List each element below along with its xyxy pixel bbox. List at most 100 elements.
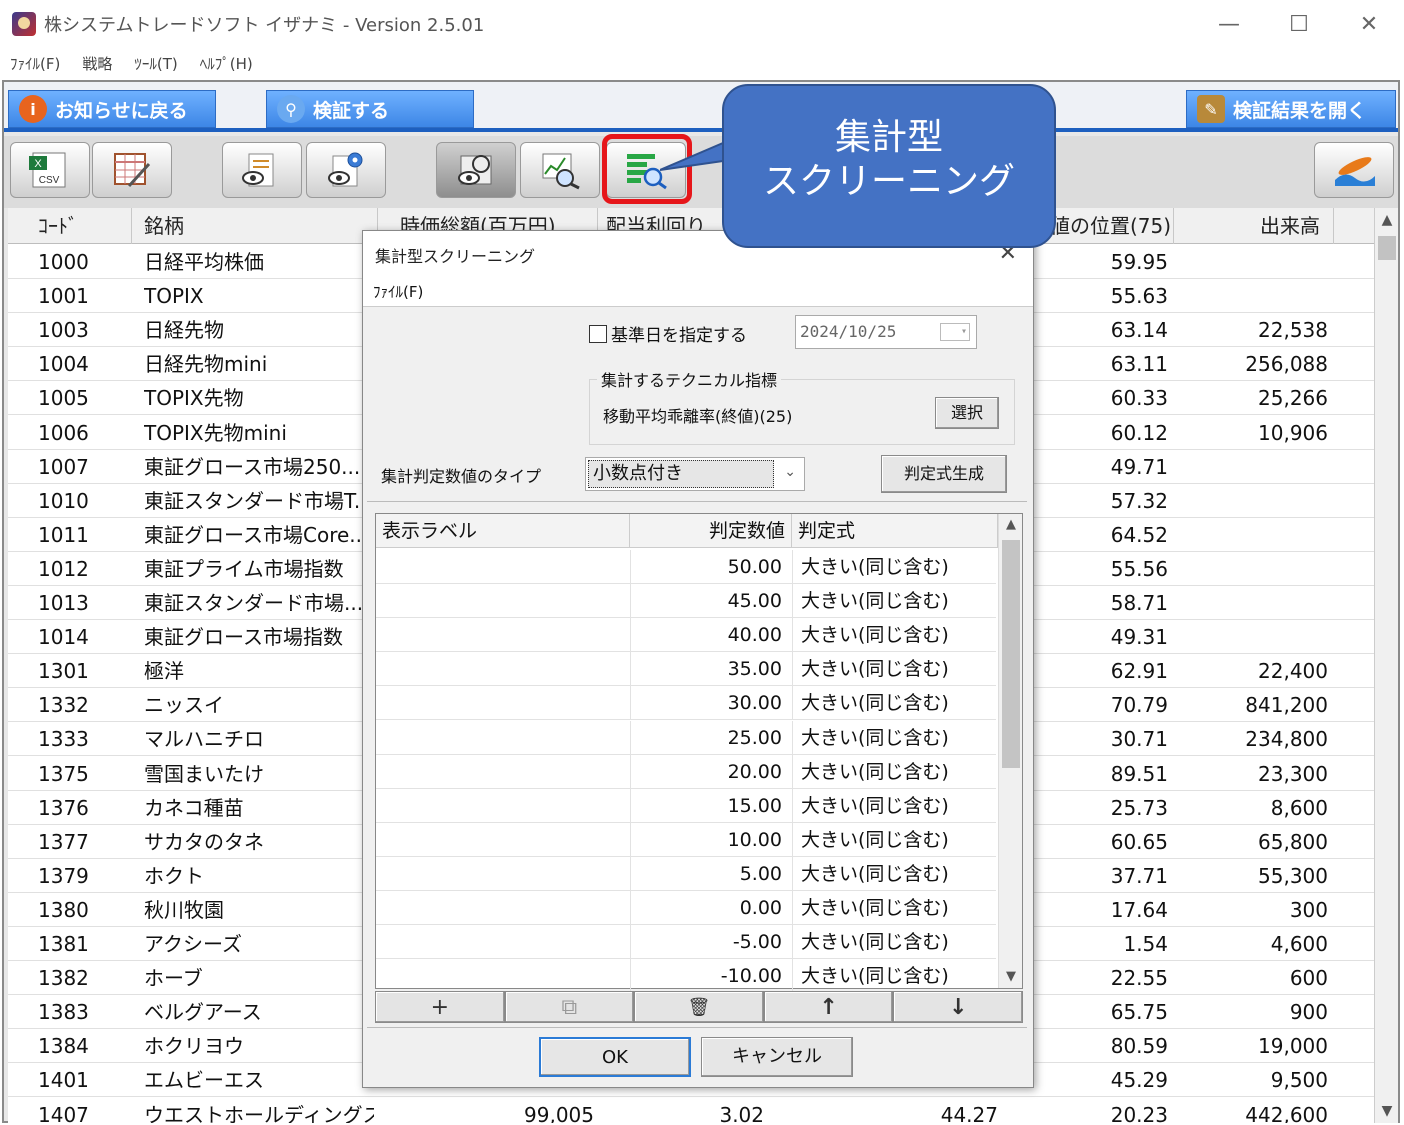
menu-strategy[interactable]: 戦略	[82, 53, 112, 74]
checkbox-box[interactable]	[589, 324, 607, 343]
base-date-checkbox[interactable]: 基準日を指定する	[589, 321, 747, 346]
calendar-dropdown-icon[interactable]: ▾	[940, 323, 970, 341]
copy-row-button[interactable]: ⧉	[504, 991, 635, 1023]
list-item-value: 15.00	[630, 788, 788, 823]
cell-name: 東証プライム市場指数	[144, 556, 344, 581]
chevron-down-icon[interactable]: ⌄	[784, 464, 796, 480]
list-item[interactable]: 5.00 大きい(同じ含む)	[376, 856, 996, 891]
window-controls: — ☐ ✕	[1194, 0, 1404, 48]
cell-name: サカタのタネ	[144, 829, 264, 854]
table-row[interactable]: 1407 ウエストホールディングス 99,005 3.02 44.27 20.23 442,…	[8, 1098, 1376, 1124]
cell-name: 秋川牧園	[144, 897, 224, 922]
cell-code: 1381	[38, 932, 89, 956]
scroll-thumb[interactable]	[1378, 236, 1396, 260]
list-item-value: 45.00	[630, 584, 788, 619]
cell-volume: 234,800	[1245, 727, 1328, 752]
view-list-button[interactable]	[222, 142, 302, 198]
cell-name: TOPIX先物	[144, 386, 244, 411]
cancel-button[interactable]: キャンセル	[701, 1037, 853, 1077]
cell-code: 1010	[38, 488, 89, 513]
minimize-button[interactable]: —	[1194, 0, 1264, 48]
col-name[interactable]: 銘柄	[132, 208, 378, 244]
list-scroll-down-icon[interactable]: ▼	[999, 966, 1023, 988]
select-indicator-button[interactable]: 選択	[935, 397, 999, 429]
aggregate-screening-dialog: 集計型スクリーニング ✕ ﾌｧｲﾙ(F) 基準日を指定する 2024/10/25…	[362, 230, 1034, 1088]
cell-name: エムビーエス	[144, 1068, 264, 1093]
list-item[interactable]: -10.00 大きい(同じ含む)	[376, 959, 996, 994]
cell-volume	[1178, 552, 1328, 586]
cell-code: 1007	[38, 454, 89, 479]
dialog-menu-file[interactable]: ﾌｧｲﾙ(F)	[363, 279, 1033, 307]
cell-name: 日経平均株価	[144, 250, 264, 274]
delete-row-button[interactable]: 🗑	[634, 991, 764, 1023]
cell-volume: 900	[1289, 1000, 1328, 1025]
list-col-value[interactable]: 判定数値	[630, 514, 792, 548]
list-item[interactable]: 30.00 大きい(同じ含む)	[376, 686, 996, 721]
cell-name: ウエストホールディングス	[144, 1102, 374, 1124]
title-bar: 株システムトレードソフト イザナミ - Version 2.5.01 — ☐ ✕	[0, 0, 1404, 48]
add-row-button[interactable]: +	[375, 991, 505, 1023]
list-item[interactable]: 15.00 大きい(同じ含む)	[376, 788, 996, 823]
cell-volume	[1178, 245, 1328, 279]
list-scroll-thumb[interactable]	[1002, 540, 1020, 768]
ok-button[interactable]: OK	[539, 1037, 691, 1077]
chart-refresh-icon	[458, 155, 492, 185]
cell-dividend-yield: 3.02	[719, 1102, 764, 1124]
table-edit-button[interactable]	[92, 142, 172, 198]
cell-code: 1006	[38, 420, 89, 445]
base-date-value: 2024/10/25	[800, 322, 897, 341]
cell-volume: 65,800	[1258, 829, 1328, 854]
menu-help[interactable]: ﾍﾙﾌﾟ(H)	[200, 53, 253, 74]
maximize-button[interactable]: ☐	[1264, 0, 1334, 48]
list-item[interactable]: 25.00 大きい(同じ含む)	[376, 720, 996, 755]
csv-export-button[interactable]: X CSV	[10, 142, 90, 198]
verify-label: 検証する	[313, 99, 390, 122]
move-down-button[interactable]: ↓	[893, 991, 1023, 1023]
list-item[interactable]: -5.00 大きい(同じ含む)	[376, 925, 996, 960]
cell-code: 1005	[38, 386, 89, 411]
col-code[interactable]: ｺｰﾄﾞ	[8, 208, 132, 244]
type-select[interactable]: 小数点付き ⌄	[585, 457, 805, 491]
arrow-up-icon: ↑	[819, 994, 838, 1020]
cell-volume	[1178, 450, 1328, 484]
list-item-expression: 大きい(同じ含む)	[792, 822, 996, 857]
list-item[interactable]: 35.00 大きい(同じ含む)	[376, 652, 996, 687]
menu-tools[interactable]: ﾂｰﾙ(T)	[134, 53, 177, 74]
move-up-button[interactable]: ↑	[763, 991, 894, 1023]
surfing-button[interactable]	[1314, 142, 1394, 198]
back-to-news-button[interactable]: i お知らせに戻る	[8, 90, 216, 128]
cell-code: 1000	[38, 250, 89, 274]
cell-volume: 4,600	[1270, 932, 1328, 956]
generate-expression-button[interactable]: 判定式生成	[881, 455, 1007, 493]
list-item[interactable]: 45.00 大きい(同じ含む)	[376, 584, 996, 619]
chart-search-button[interactable]	[520, 142, 600, 198]
list-item-value: 40.00	[630, 618, 788, 653]
cell-name: マルハニチロ	[144, 727, 264, 752]
list-col-expression[interactable]: 判定式	[792, 514, 998, 548]
list-item[interactable]: 0.00 大きい(同じ含む)	[376, 891, 996, 925]
type-label: 集計判定数値のタイプ	[381, 467, 542, 486]
list-item[interactable]: 20.00 大きい(同じ含む)	[376, 754, 996, 789]
list-scroll-up-icon[interactable]: ▲	[999, 514, 1023, 536]
cell-name: TOPIX先物mini	[144, 420, 287, 445]
chart-refresh-button[interactable]	[436, 142, 516, 198]
menu-file[interactable]: ﾌｧｲﾙ(F)	[10, 53, 60, 74]
open-results-button[interactable]: ✎ 検証結果を開く	[1186, 90, 1396, 128]
scroll-down-icon[interactable]: ▼	[1375, 1099, 1399, 1123]
svg-text:CSV: CSV	[39, 175, 60, 186]
close-button[interactable]: ✕	[1334, 0, 1404, 48]
cell-code: 1401	[38, 1068, 89, 1093]
list-scrollbar[interactable]: ▲ ▼	[998, 514, 1022, 988]
list-item[interactable]: 40.00 大きい(同じ含む)	[376, 618, 996, 653]
col-volume[interactable]: 出来高	[1174, 208, 1334, 244]
cell-volume: 300	[1289, 897, 1328, 922]
list-item[interactable]: 10.00 大きい(同じ含む)	[376, 822, 996, 857]
list-item[interactable]: 50.00 大きい(同じ含む)	[376, 550, 996, 584]
view-settings-button[interactable]	[306, 142, 386, 198]
table-scrollbar[interactable]: ▲ ▼	[1374, 208, 1398, 1123]
verify-button[interactable]: ⚲ 検証する	[266, 90, 474, 128]
scroll-up-icon[interactable]: ▲	[1375, 208, 1399, 232]
action-row: i お知らせに戻る ⚲ 検証する ✎ 検証結果を開く	[4, 82, 1398, 132]
base-date-picker[interactable]: 2024/10/25 ▾	[795, 315, 977, 349]
list-col-label[interactable]: 表示ラベル	[376, 514, 630, 548]
